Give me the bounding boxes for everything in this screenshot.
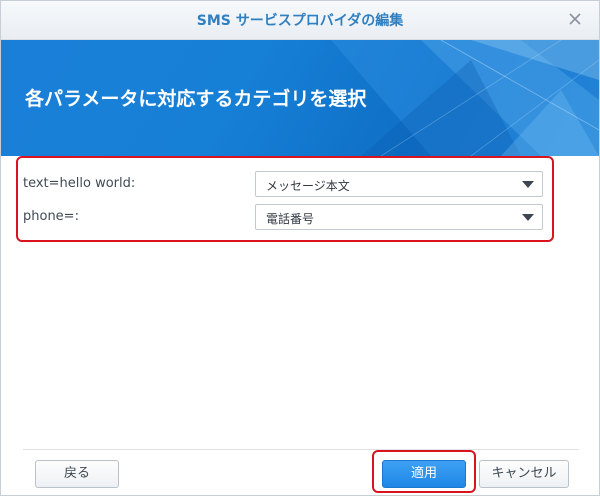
chevron-down-icon xyxy=(522,181,534,188)
cancel-button[interactable]: キャンセル xyxy=(479,460,569,488)
close-icon xyxy=(569,13,581,25)
category-select-phone[interactable]: 電話番号 xyxy=(255,204,543,230)
close-button[interactable] xyxy=(565,9,585,29)
back-button[interactable]: 戻る xyxy=(35,460,119,488)
parameter-list: text=hello world: メッセージ本文 phone=: 電話番号 xyxy=(9,156,591,242)
footer-divider xyxy=(23,449,579,450)
parameter-label: text=hello world: xyxy=(23,176,136,191)
category-select-text[interactable]: メッセージ本文 xyxy=(255,171,543,197)
select-value: 電話番号 xyxy=(266,212,315,226)
parameter-row-phone: phone=: 電話番号 xyxy=(23,204,545,230)
dialog-titlebar: SMS サービスプロバイダの編集 xyxy=(1,1,599,40)
edit-sms-provider-dialog: SMS サービスプロバイダの編集 各パラメータに対応するカテゴリを選択 text… xyxy=(0,0,600,496)
parameter-row-text: text=hello world: メッセージ本文 xyxy=(23,171,545,197)
apply-button[interactable]: 適用 xyxy=(382,460,466,488)
select-value: メッセージ本文 xyxy=(266,179,350,193)
parameter-label: phone=: xyxy=(23,209,79,224)
chevron-down-icon xyxy=(522,214,534,221)
banner-heading: 各パラメータに対応するカテゴリを選択 xyxy=(25,88,367,110)
header-banner: 各パラメータに対応するカテゴリを選択 xyxy=(1,40,599,156)
dialog-title: SMS サービスプロバイダの編集 xyxy=(196,13,404,29)
